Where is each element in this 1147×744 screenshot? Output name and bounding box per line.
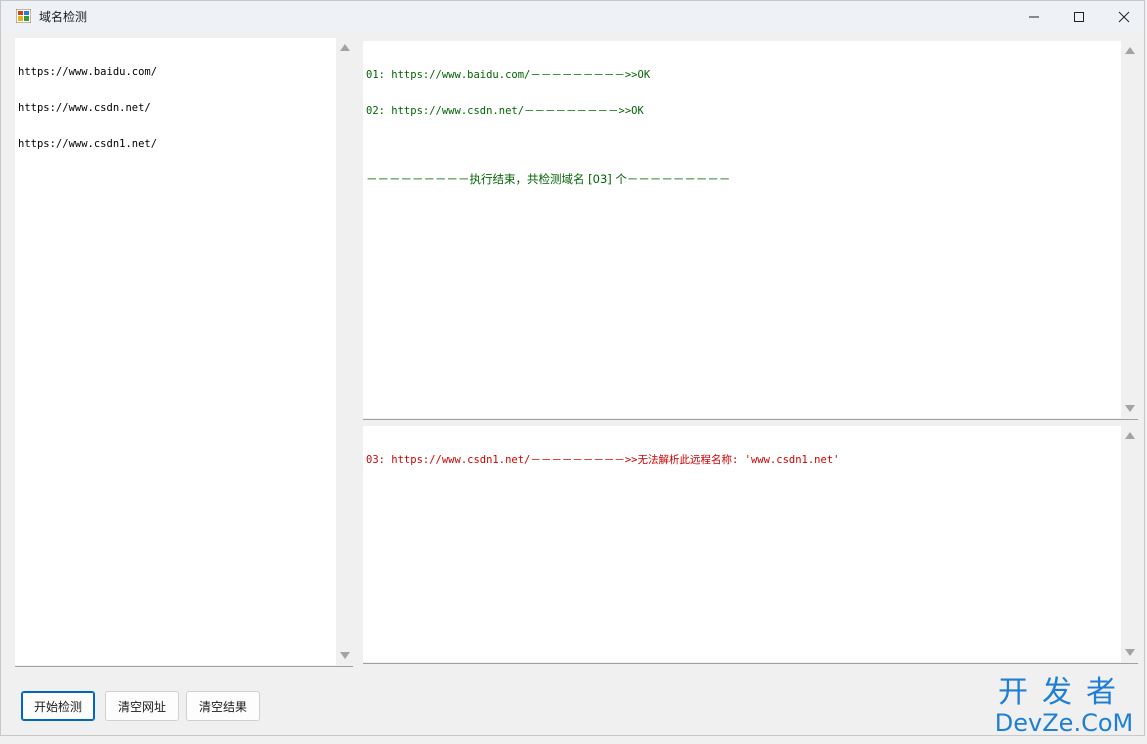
divider [363,663,1138,664]
watermark-logo: 开发者 DevZe.CoM [989,675,1139,739]
close-button[interactable] [1101,1,1147,32]
result-line: 02: https://www.csdn.net/－－－－－－－－－>>OK [366,105,644,117]
url-input-textarea[interactable]: https://www.baidu.com/ https://www.csdn.… [15,38,353,665]
scroll-down-icon[interactable] [340,652,350,659]
window-title: 域名检测 [39,10,88,24]
clear-urls-button[interactable]: 清空网址 [105,691,179,721]
watermark-bottom-text: DevZe.CoM [994,709,1134,737]
scroll-up-icon[interactable] [1125,47,1135,54]
result-line [366,141,730,149]
app-window: 域名检测 https://www.baidu.com/ https://www.… [0,0,1145,736]
error-output-textarea[interactable]: 03: https://www.csdn1.net/－－－－－－－－－>>无法解… [363,426,1138,662]
divider [363,419,1138,420]
scroll-up-icon[interactable] [1125,432,1135,439]
result-line: 01: https://www.baidu.com/－－－－－－－－－>>OK [366,69,651,81]
result-output-textarea[interactable]: 01: https://www.baidu.com/－－－－－－－－－>>OK … [363,41,1138,418]
error-scrollbar[interactable] [1121,426,1138,662]
start-check-button[interactable]: 开始检测 [21,691,95,721]
scroll-down-icon[interactable] [1125,405,1135,412]
result-list: 01: https://www.baidu.com/－－－－－－－－－>>OK … [366,45,730,209]
close-icon [1118,11,1130,22]
title-bar: 域名检测 [1,1,1144,32]
watermark-top-text: 开发者 [998,675,1130,710]
divider [15,666,353,667]
url-line: https://www.csdn1.net/ [18,138,158,150]
url-line: https://www.baidu.com/ [18,66,158,78]
error-list: 03: https://www.csdn1.net/－－－－－－－－－>>无法解… [366,430,839,490]
minimize-button[interactable] [1011,1,1057,32]
result-scrollbar[interactable] [1121,41,1138,418]
error-line: 03: https://www.csdn1.net/－－－－－－－－－>>无法解… [366,454,840,466]
url-list: https://www.baidu.com/ https://www.csdn.… [18,42,157,174]
app-icon [16,9,31,23]
clear-results-button[interactable]: 清空结果 [186,691,260,721]
result-summary: －－－－－－－－－执行结束，共检测域名 [03] 个－－－－－－－－－ [366,172,731,186]
url-line: https://www.csdn.net/ [18,102,151,114]
minimize-icon [1029,16,1039,17]
url-scrollbar[interactable] [336,38,353,665]
scroll-up-icon[interactable] [340,44,350,51]
maximize-button[interactable] [1056,1,1102,32]
maximize-icon [1074,11,1084,22]
scroll-down-icon[interactable] [1125,649,1135,656]
